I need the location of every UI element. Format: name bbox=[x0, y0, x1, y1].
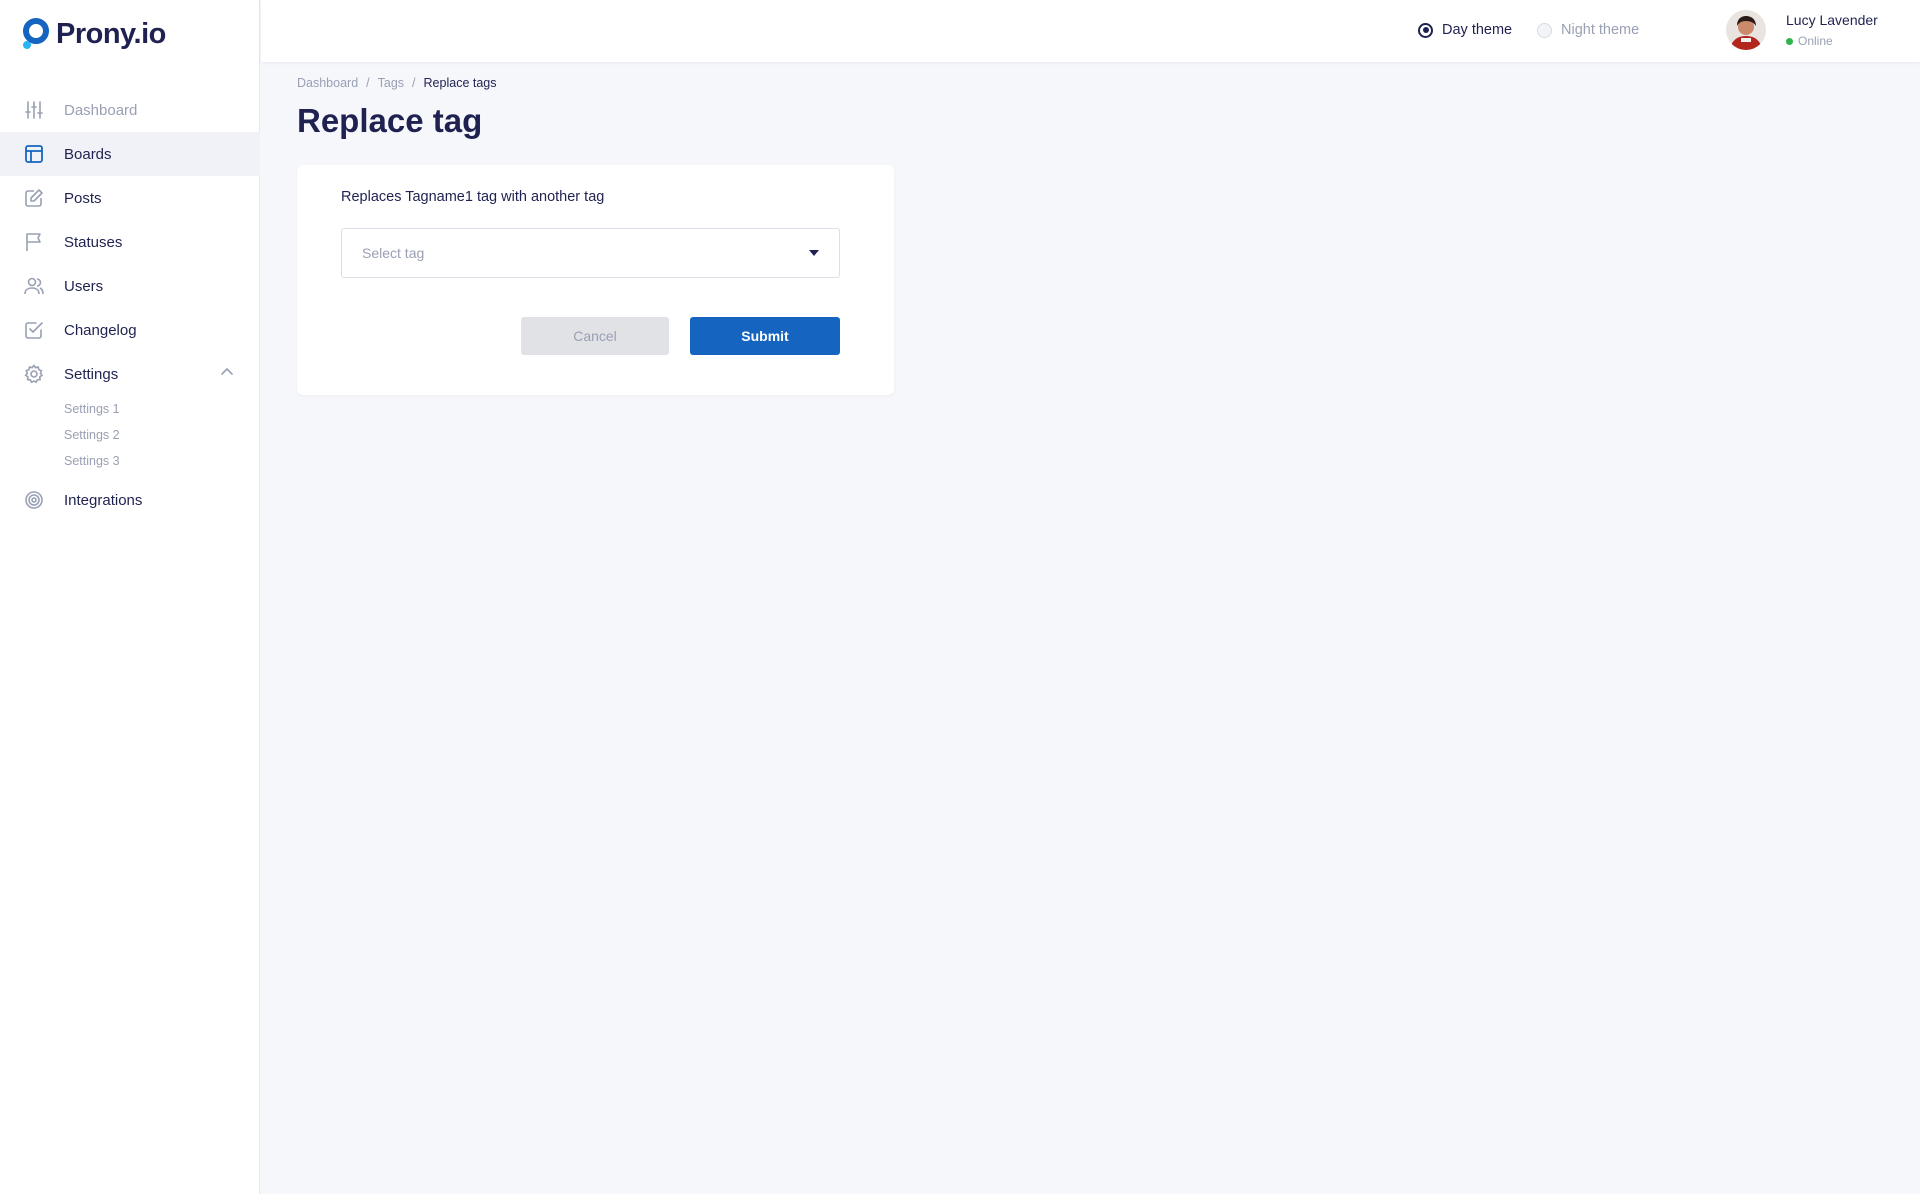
top-header: Day theme Night theme Lucy Lavender Onli… bbox=[261, 0, 1920, 62]
sidebar-item-label: Integrations bbox=[64, 491, 143, 509]
replace-tag-card: Replaces Tagname1 tag with another tag S… bbox=[297, 165, 894, 395]
sidebar-subitem-settings-2[interactable]: Settings 2 bbox=[64, 422, 260, 448]
sidebar-item-posts[interactable]: Posts bbox=[0, 176, 260, 220]
sidebar: Prony.io Dashboard Boards Posts Statuses… bbox=[0, 0, 260, 1194]
sidebar-item-dashboard[interactable]: Dashboard bbox=[0, 88, 260, 132]
user-status: Online bbox=[1786, 34, 1878, 48]
tag-select[interactable]: Select tag bbox=[341, 228, 840, 278]
settings-submenu: Settings 1 Settings 2 Settings 3 bbox=[0, 396, 260, 474]
user-info: Lucy Lavender Online bbox=[1786, 12, 1878, 48]
breadcrumb-dashboard[interactable]: Dashboard bbox=[297, 76, 358, 90]
sidebar-item-settings[interactable]: Settings bbox=[0, 352, 260, 396]
check-square-icon bbox=[24, 320, 44, 340]
sidebar-nav: Dashboard Boards Posts Statuses Users Ch… bbox=[0, 88, 260, 522]
radio-selected-icon[interactable] bbox=[1418, 22, 1433, 38]
submit-button[interactable]: Submit bbox=[690, 317, 840, 355]
gear-icon bbox=[24, 364, 44, 384]
day-theme-label: Day theme bbox=[1442, 22, 1513, 38]
day-theme-option[interactable]: Day theme bbox=[1418, 22, 1512, 38]
breadcrumb-tags[interactable]: Tags bbox=[378, 76, 404, 90]
sliders-icon bbox=[24, 100, 44, 120]
sidebar-item-label: Dashboard bbox=[64, 101, 138, 119]
chevron-up-icon[interactable] bbox=[220, 365, 234, 383]
target-icon bbox=[24, 490, 44, 510]
sidebar-item-label: Users bbox=[64, 277, 104, 295]
breadcrumb: Dashboard / Tags / Replace tags bbox=[297, 76, 497, 90]
form-description: Replaces Tagname1 tag with another tag bbox=[341, 189, 605, 205]
logo[interactable]: Prony.io bbox=[22, 16, 166, 52]
sidebar-subitem-settings-3[interactable]: Settings 3 bbox=[64, 448, 260, 474]
sidebar-subitem-settings-1[interactable]: Settings 1 bbox=[64, 396, 260, 422]
sidebar-item-changelog[interactable]: Changelog bbox=[0, 308, 260, 352]
sidebar-item-statuses[interactable]: Statuses bbox=[0, 220, 260, 264]
sidebar-item-label: Statuses bbox=[64, 233, 123, 251]
breadcrumb-current: Replace tags bbox=[423, 76, 497, 90]
night-theme-option[interactable]: Night theme bbox=[1537, 22, 1639, 38]
sidebar-item-users[interactable]: Users bbox=[0, 264, 260, 308]
radio-unselected-icon[interactable] bbox=[1537, 22, 1552, 38]
night-theme-label: Night theme bbox=[1561, 22, 1640, 38]
caret-down-icon bbox=[809, 250, 819, 256]
user-profile[interactable]: Lucy Lavender Online bbox=[1726, 10, 1878, 50]
tag-select-placeholder: Select tag bbox=[362, 245, 425, 261]
user-name: Lucy Lavender bbox=[1786, 12, 1878, 28]
online-status-dot bbox=[1786, 37, 1793, 45]
avatar[interactable] bbox=[1726, 10, 1766, 50]
sidebar-item-label: Settings bbox=[64, 365, 119, 383]
users-icon bbox=[24, 276, 44, 296]
edit-icon bbox=[24, 188, 44, 208]
user-status-label: Online bbox=[1798, 34, 1833, 48]
breadcrumb-separator: / bbox=[412, 76, 416, 90]
sidebar-item-boards[interactable]: Boards bbox=[0, 132, 260, 176]
cancel-button[interactable]: Cancel bbox=[521, 317, 669, 355]
breadcrumb-separator: / bbox=[366, 76, 370, 90]
flag-icon bbox=[24, 232, 44, 252]
prony-logo-icon bbox=[22, 18, 50, 50]
sidebar-item-label: Boards bbox=[64, 145, 112, 163]
logo-text: Prony.io bbox=[56, 17, 166, 50]
board-icon bbox=[24, 144, 44, 164]
sidebar-item-integrations[interactable]: Integrations bbox=[0, 478, 260, 522]
page-title: Replace tag bbox=[297, 102, 483, 139]
sidebar-item-label: Changelog bbox=[64, 321, 137, 339]
sidebar-item-label: Posts bbox=[64, 189, 102, 207]
